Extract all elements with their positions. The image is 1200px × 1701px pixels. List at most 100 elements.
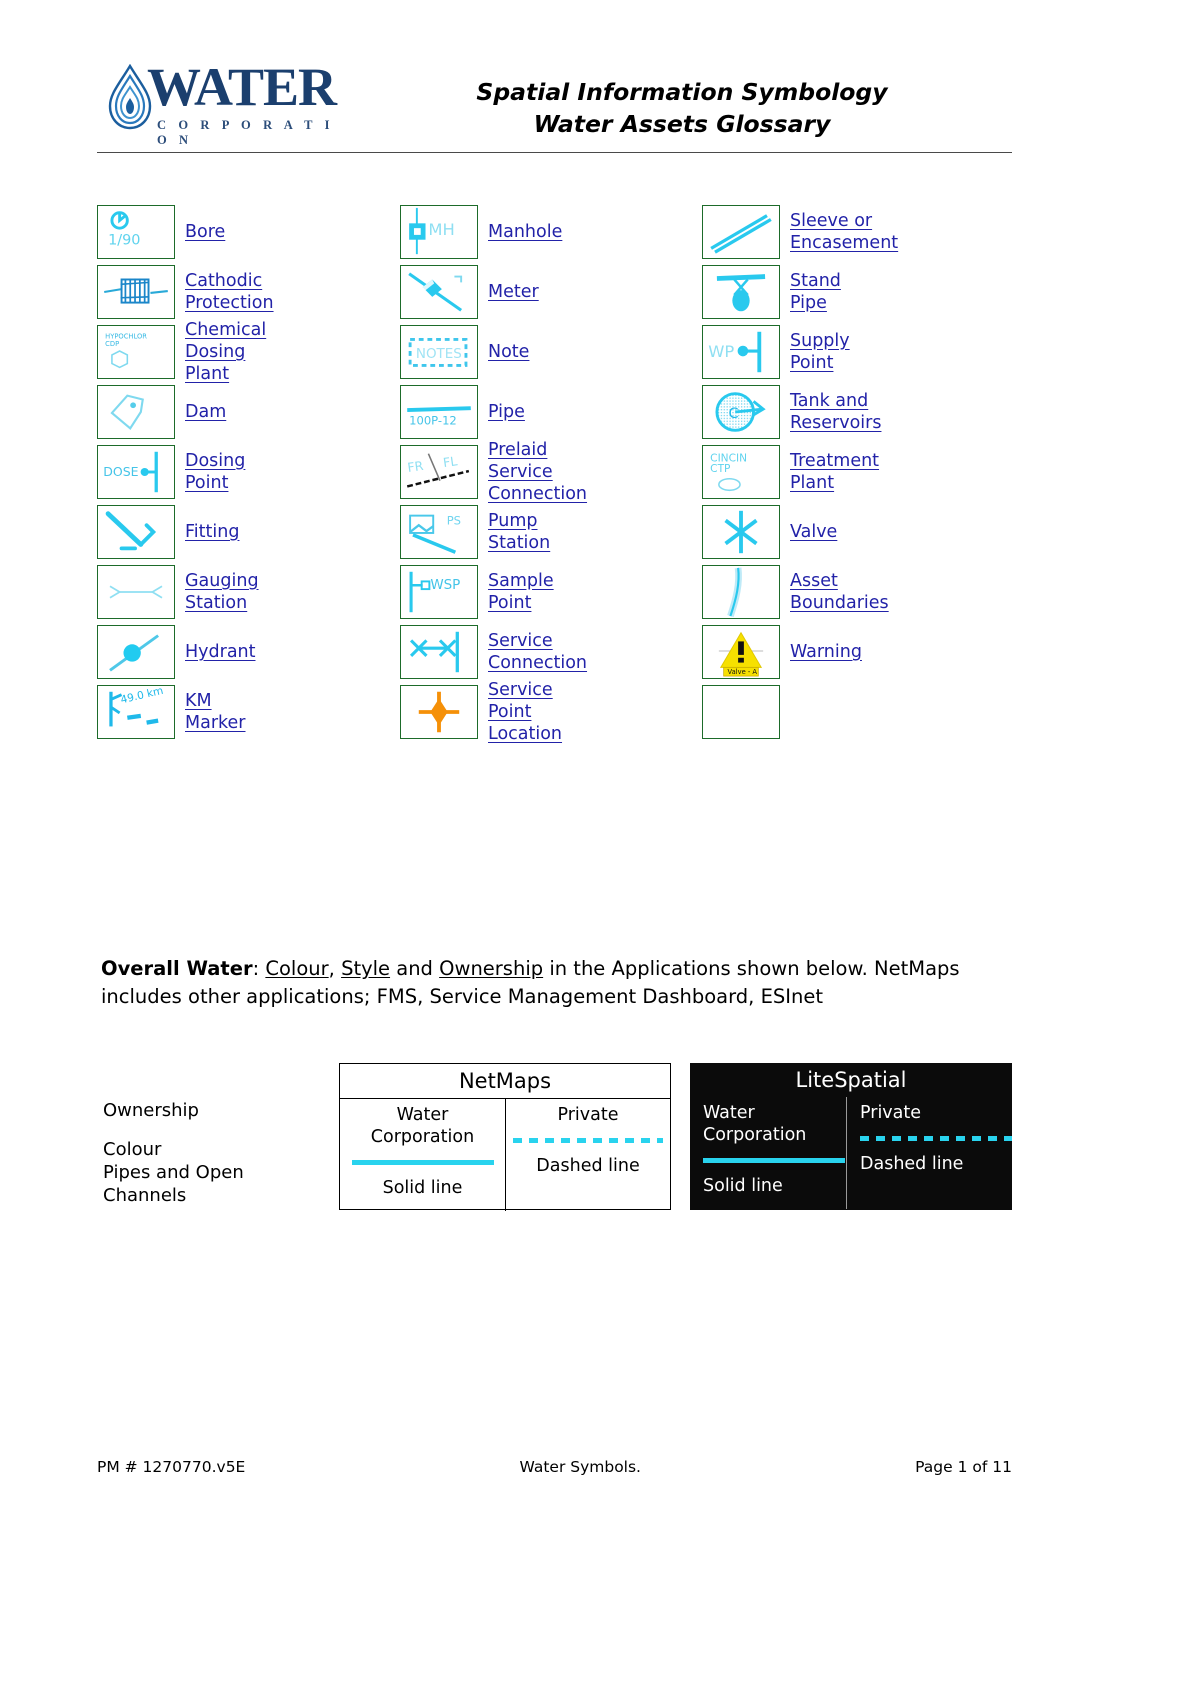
- tank-and-reservoirs-symbol-box: C: [702, 385, 780, 439]
- litespatial-solid-line-sample: [703, 1146, 846, 1174]
- svg-text:1/90: 1/90: [108, 233, 140, 249]
- prelaid-service-connection-symbol-box: FR FL: [400, 445, 478, 499]
- symbol-link-pump-station[interactable]: Pump Station: [488, 505, 550, 559]
- footer-page-number: Page 1 of 11: [915, 1458, 1012, 1476]
- netmaps-private-cell: Private Dashed line: [505, 1099, 670, 1211]
- page-footer: PM # 1270770.v5E Water Symbols. Page 1 o…: [97, 1455, 1012, 1479]
- symbol-link-chemical-dosing-plant[interactable]: Chemical Dosing Plant: [185, 320, 266, 384]
- note-symbol: NOTES: [408, 338, 468, 367]
- supply-point-symbol: WP: [708, 331, 762, 373]
- symbol-link-treatment-plant[interactable]: Treatment Plant: [790, 445, 879, 499]
- note-symbol-box: NOTES: [400, 325, 478, 379]
- netmaps-solid-line-sample: [340, 1148, 505, 1176]
- paragraph-sep-1: ,: [328, 957, 342, 980]
- dosing-point-symbol: DOSE: [103, 451, 158, 493]
- dam-symbol-box: [97, 385, 175, 439]
- paragraph-link-ownership: Ownership: [439, 957, 544, 980]
- symbol-link-dam[interactable]: Dam: [185, 385, 226, 439]
- symbol-link-valve[interactable]: Valve: [790, 505, 837, 559]
- symbol-link-manhole[interactable]: Manhole: [488, 205, 562, 259]
- chemical-dosing-plant-symbol: HYPOCHLOR CDP: [105, 333, 147, 369]
- stand-pipe-symbol-box: [702, 265, 780, 319]
- treatment-plant-symbol-box: CINCIN CTP: [702, 445, 780, 499]
- litespatial-table: LiteSpatial Water Corporation Solid line…: [690, 1063, 1012, 1210]
- symbol-link-km-marker[interactable]: KM Marker: [185, 685, 246, 739]
- chemical-dosing-plant-symbol-box: HYPOCHLOR CDP: [97, 325, 175, 379]
- meter-symbol-box: [400, 265, 478, 319]
- symbol-link-service-point-location[interactable]: Service Point Location: [488, 680, 562, 744]
- empty-symbol-box: [702, 685, 780, 739]
- svg-text:MH: MH: [428, 220, 454, 239]
- fitting-symbol: [105, 511, 157, 551]
- symbol-link-bore[interactable]: Bore: [185, 205, 225, 259]
- netmaps-table: NetMaps Water Corporation Solid line Pri…: [339, 1063, 671, 1211]
- sample-point-symbol-box: WSP: [400, 565, 478, 619]
- litespatial-table-title: LiteSpatial: [795, 1068, 907, 1092]
- netmaps-table-body: Water Corporation Solid line Private Das…: [340, 1099, 670, 1211]
- dosing-point-symbol-box: DOSE: [97, 445, 175, 499]
- svg-text:C: C: [728, 406, 738, 422]
- litespatial-dashed-line-sample: [860, 1124, 1012, 1152]
- dashed-line-swatch: [513, 1137, 663, 1143]
- km-marker-symbol: 49.0 km: [109, 686, 164, 727]
- symbol-link-fitting[interactable]: Fitting: [185, 505, 239, 559]
- litespatial-owner-label: Water Corporation: [703, 1103, 807, 1146]
- dam-symbol: [110, 394, 144, 430]
- litespatial-table-body: Water Corporation Solid line Private Das…: [690, 1097, 1012, 1209]
- symbol-link-sample-point[interactable]: Sample Point: [488, 565, 554, 619]
- symbol-link-supply-point[interactable]: Supply Point: [790, 325, 850, 379]
- netmaps-dashed-line-text: Dashed line: [536, 1156, 640, 1177]
- symbol-link-warning[interactable]: Warning: [790, 625, 862, 679]
- netmaps-dashed-line-sample: [506, 1126, 670, 1154]
- asset-boundaries-symbol-box: [702, 565, 780, 619]
- manhole-symbol: MH: [409, 207, 455, 255]
- service-connection-symbol: [409, 631, 459, 673]
- symbol-glossary-grid: 1/90 Bore Cathodic Protection HYPOCHLOR …: [0, 0, 1200, 800]
- supply-point-symbol-box: WP: [702, 325, 780, 379]
- row-label-pipes-and-open-channels: Pipes and Open Channels: [103, 1162, 244, 1207]
- netmaps-owner-label: Water Corporation: [370, 1105, 475, 1148]
- netmaps-private-label: Private: [557, 1105, 619, 1125]
- symbol-link-dosing-point[interactable]: Dosing Point: [185, 445, 245, 499]
- svg-text:100P-12: 100P-12: [409, 414, 457, 428]
- symbol-link-stand-pipe[interactable]: Stand Pipe: [790, 265, 841, 319]
- litespatial-dashed-line-text: Dashed line: [860, 1154, 964, 1175]
- symbol-link-meter[interactable]: Meter: [488, 265, 539, 319]
- symbol-link-service-connection[interactable]: Service Connection: [488, 625, 587, 679]
- cathodic-protection-symbol: [104, 278, 168, 304]
- paragraph-sep-2: and: [390, 957, 440, 980]
- symbol-link-sleeve-or-encasement[interactable]: Sleeve or Encasement: [790, 205, 898, 259]
- hydrant-symbol-box: [97, 625, 175, 679]
- document-page: WATER C O R P O R A T I O N Spatial Info…: [0, 0, 1200, 1701]
- footer-title: Water Symbols.: [519, 1458, 642, 1476]
- valve-symbol-box: [702, 505, 780, 559]
- pump-station-symbol: PS: [409, 513, 461, 554]
- netmaps-solid-line-text: Solid line: [382, 1178, 463, 1199]
- dashed-line-swatch: [860, 1135, 1012, 1141]
- svg-text:FL: FL: [442, 453, 458, 470]
- pipe-symbol-box: 100P-12: [400, 385, 478, 439]
- warning-symbol: Valve - A: [718, 631, 764, 677]
- paragraph-lead-bold: Overall Water: [101, 957, 253, 980]
- empty-symbol: [703, 686, 779, 738]
- overall-water-paragraph: Overall Water: Colour, Style and Ownersh…: [101, 955, 1001, 1011]
- stand-pipe-symbol: [716, 274, 766, 312]
- symbol-link-note[interactable]: Note: [488, 325, 529, 379]
- comparison-row-labels: Ownership Colour Pipes and Open Channels: [103, 1099, 333, 1207]
- symbol-link-pipe[interactable]: Pipe: [488, 385, 525, 439]
- symbol-link-tank-and-reservoirs[interactable]: Tank and Reservoirs: [790, 385, 881, 439]
- svg-text:WP: WP: [708, 342, 734, 361]
- gauging-station-symbol-box: [97, 565, 175, 619]
- symbol-link-prelaid-service-connection[interactable]: Prelaid Service Connection: [488, 440, 587, 504]
- svg-text:WSP: WSP: [430, 577, 460, 593]
- symbol-link-gauging-station[interactable]: Gauging Station: [185, 565, 259, 619]
- symbol-link-hydrant[interactable]: Hydrant: [185, 625, 256, 679]
- svg-text:CTP: CTP: [710, 463, 731, 475]
- symbol-link-cathodic-protection[interactable]: Cathodic Protection: [185, 265, 274, 319]
- paragraph-colon: :: [252, 957, 266, 980]
- symbol-link-asset-boundaries[interactable]: Asset Boundaries: [790, 565, 889, 619]
- svg-text:DOSE: DOSE: [103, 464, 138, 479]
- pump-station-symbol-box: PS: [400, 505, 478, 559]
- sample-point-symbol: WSP: [409, 571, 460, 613]
- hydrant-symbol: [109, 634, 159, 672]
